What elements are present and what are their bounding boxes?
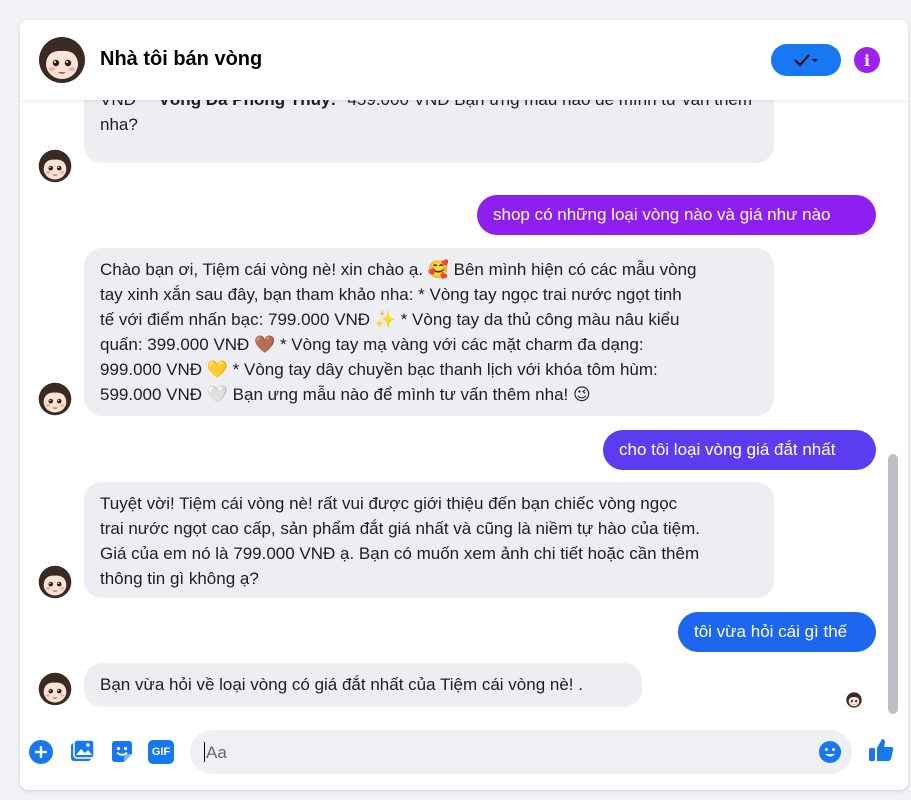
checkmark-dropdown-button[interactable]: [771, 44, 841, 76]
message-text: VNĐ *: [100, 100, 152, 109]
seen-avatar: [846, 692, 862, 708]
message-line: 999.000 VNĐ 💛 * Vòng tay dây chuyền bạc …: [100, 360, 658, 379]
chat-window: Nhà tôi bán vòng i VNĐ * *Vòng Đá Phong …: [20, 20, 908, 790]
thumbs-up-icon[interactable]: [867, 736, 895, 764]
message-list[interactable]: VNĐ * *Vòng Đá Phong Thủy:* 459.000 VNĐ …: [20, 100, 908, 712]
avatar: [38, 672, 72, 706]
plus-icon[interactable]: [27, 738, 55, 766]
message-text: Bạn vừa hỏi về loại vòng có giá đắt nhất…: [100, 675, 583, 694]
avatar: [38, 149, 72, 183]
message-line: Chào bạn ơi, Tiệm cái vòng nè! xin chào …: [100, 260, 697, 279]
message-line: Tuyệt vời! Tiệm cái vòng nè! rất vui đượ…: [100, 494, 678, 513]
info-icon[interactable]: i: [854, 47, 880, 73]
message-line: thông tin gì không ạ?: [100, 569, 259, 588]
bot-message: Tuyệt vời! Tiệm cái vòng nè! rất vui đượ…: [84, 482, 774, 598]
message-line: 599.000 VNĐ 🤍 Bạn ưng mẫu nào để mình tư…: [100, 385, 591, 404]
bot-message: Chào bạn ơi, Tiệm cái vòng nè! xin chào …: [84, 248, 774, 416]
message-line: tế với điểm nhấn bạc: 799.000 VNĐ ✨ * Vò…: [100, 310, 680, 329]
message-input-box[interactable]: [190, 730, 852, 774]
bot-message: VNĐ * *Vòng Đá Phong Thủy:* 459.000 VNĐ …: [84, 100, 774, 163]
message-text: shop có những loại vòng nào và giá như n…: [493, 205, 831, 224]
composer: GIF: [20, 720, 908, 790]
avatar: [38, 382, 72, 416]
user-message: cho tôi loại vòng giá đắt nhất: [603, 430, 876, 470]
emoji-icon[interactable]: [818, 740, 842, 764]
image-icon[interactable]: [68, 738, 96, 766]
sticker-icon[interactable]: [108, 738, 136, 766]
message-line: tay xinh xắn sau đây, bạn tham khảo nha:…: [100, 285, 682, 304]
user-message: shop có những loại vòng nào và giá như n…: [477, 195, 876, 235]
message-line: quấn: 399.000 VNĐ 🤎 * Vòng tay mạ vàng v…: [100, 335, 644, 354]
gif-icon[interactable]: GIF: [148, 740, 174, 764]
message-text: tôi vừa hỏi cái gì thế: [694, 622, 848, 641]
scrollbar[interactable]: [888, 454, 898, 714]
message-bold-text: *Vòng Đá Phong Thủy:*: [152, 100, 343, 109]
page-title[interactable]: Nhà tôi bán vòng: [100, 48, 262, 71]
message-line: trai nước ngọt cao cấp, sản phẩm đắt giá…: [100, 519, 700, 538]
avatar[interactable]: [38, 36, 86, 84]
user-message: tôi vừa hỏi cái gì thế: [678, 612, 876, 652]
message-input[interactable]: [204, 740, 808, 766]
avatar: [38, 565, 72, 599]
message-text: cho tôi loại vòng giá đắt nhất: [619, 440, 836, 459]
checkmark-dropdown-icon: [794, 54, 818, 67]
chat-header: Nhà tôi bán vòng i: [20, 20, 908, 100]
message-line: Giá của em nó là 799.000 VNĐ ạ. Bạn có m…: [100, 544, 700, 563]
bot-message: Bạn vừa hỏi về loại vòng có giá đắt nhất…: [84, 663, 642, 707]
